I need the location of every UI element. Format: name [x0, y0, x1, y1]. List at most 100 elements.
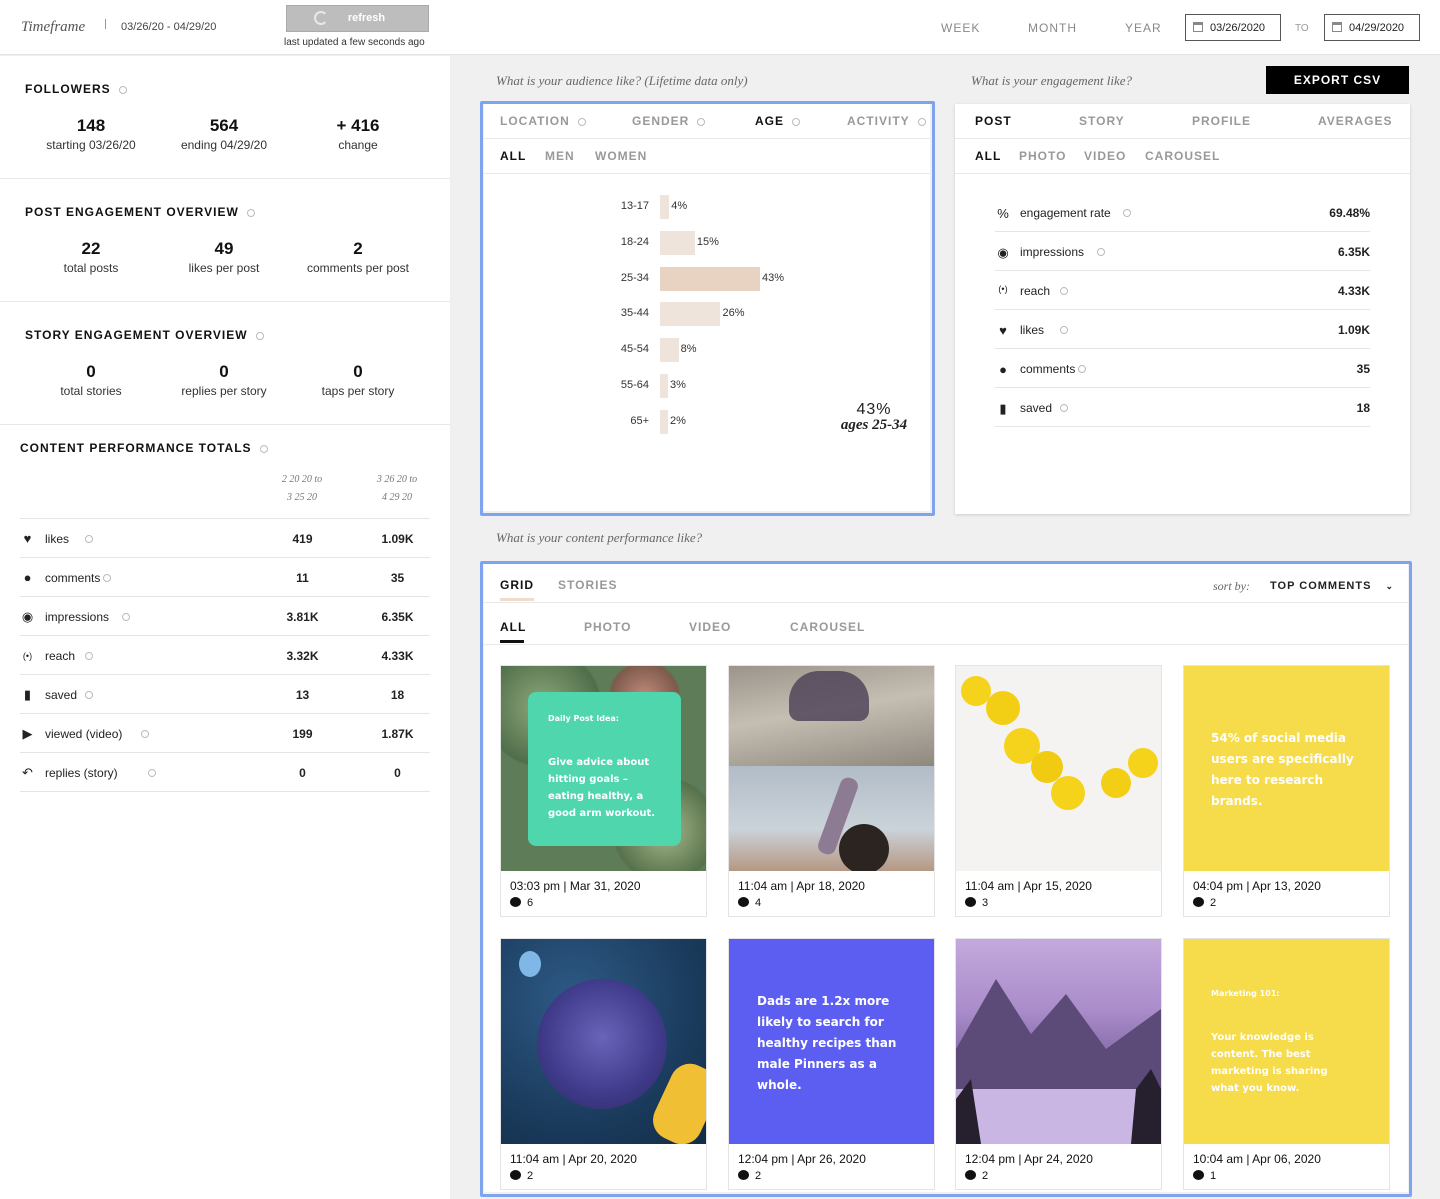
broadcast-icon: (•): [22, 651, 33, 661]
engagement-row-reach: (•) reach 4.33K: [995, 271, 1370, 310]
metric-name: comments: [45, 571, 101, 585]
info-icon[interactable]: [1097, 248, 1106, 256]
tab-averages[interactable]: AVERAGES: [1318, 114, 1392, 128]
metric-row-comments: ● comments 11 35: [20, 557, 430, 596]
info-icon[interactable]: [246, 208, 255, 217]
tab-post[interactable]: POST: [975, 114, 1012, 128]
metric-current-value: 35: [390, 571, 405, 585]
metric-current-value: 1.87K: [381, 727, 414, 741]
left-sidebar: FOLLOWERS 148 starting 03/26/20 564 ending…: [0, 56, 450, 1199]
broadcast-icon: (•): [998, 284, 1008, 294]
tab-story[interactable]: STORY: [1079, 114, 1125, 128]
date-to-input[interactable]: 04/29/2020: [1324, 14, 1420, 41]
engagement-caption: What is your engagement like?: [971, 73, 1133, 88]
play-icon: ▶: [22, 726, 33, 741]
metric-row-viewed-video: ▶ viewed (video) 199 1.87K: [20, 713, 430, 752]
post-engagement-section: POST ENGAGEMENT OVERVIEW 22 total posts 4…: [0, 179, 450, 302]
metric-current-value: 0: [394, 766, 401, 780]
info-icon[interactable]: [118, 85, 127, 94]
stat-taps-per-story: 0 taps per story: [321, 362, 395, 398]
period-month-button[interactable]: MONTH: [1028, 21, 1077, 35]
content-caption: What is your content performance like?: [496, 530, 703, 545]
metric-row-impressions: ◉ impressions 3.81K 6.35K: [20, 596, 430, 635]
info-icon[interactable]: [103, 574, 112, 582]
period-year-button[interactable]: YEAR: [1125, 21, 1162, 35]
info-icon[interactable]: [1078, 365, 1087, 373]
engagement-row-saved: ▮ saved 18: [995, 388, 1370, 427]
metric-value: 6.35K: [1337, 245, 1370, 259]
metric-previous-value: 199: [292, 727, 313, 741]
refresh-label: refresh: [347, 12, 386, 24]
percent-icon: %: [997, 206, 1009, 221]
metric-name: comments: [1020, 362, 1076, 376]
metric-name: likes: [1020, 323, 1045, 337]
info-icon[interactable]: [1059, 326, 1068, 334]
info-icon[interactable]: [1122, 209, 1131, 217]
eye-icon: ◉: [21, 609, 34, 624]
metric-value: 18: [1356, 401, 1370, 415]
content-totals-section: CONTENT PERFORMANCE TOTALS 2 20 20 to 3 2…: [0, 425, 450, 825]
info-icon[interactable]: [1059, 404, 1068, 412]
to-label: TO: [1295, 23, 1309, 34]
bookmark-icon: ▮: [23, 687, 32, 702]
metric-value: 4.33K: [1337, 284, 1370, 298]
metric-previous-value: 3.32K: [286, 649, 319, 663]
metric-current-value: 6.35K: [381, 610, 414, 624]
info-icon[interactable]: [259, 444, 268, 453]
date-to-value: 04/29/2020: [1349, 22, 1405, 34]
bookmark-icon: ▮: [999, 401, 1007, 416]
heart-icon: ♥: [23, 531, 32, 546]
metric-current-value: 4.33K: [381, 649, 414, 663]
calendar-icon: [1332, 22, 1342, 32]
highlight-frame: [480, 101, 935, 516]
info-icon[interactable]: [147, 769, 156, 777]
stat-replies-per-story: 0 replies per story: [181, 362, 267, 398]
info-icon[interactable]: [255, 331, 264, 340]
tab-profile[interactable]: PROFILE: [1192, 114, 1251, 128]
comment-icon: ●: [23, 570, 32, 585]
stat-starting: 148 starting 03/26/20: [46, 116, 136, 152]
stat-comments-per-post: 2 comments per post: [306, 239, 410, 275]
metric-current-value: 18: [390, 688, 405, 702]
subtab-photo[interactable]: PHOTO: [1019, 149, 1066, 163]
calendar-icon: [1193, 22, 1203, 32]
highlight-frame: [480, 561, 1412, 1197]
metric-name: impressions: [1020, 245, 1085, 259]
subtab-video[interactable]: VIDEO: [1084, 149, 1126, 163]
metric-name: reach: [45, 649, 76, 663]
info-icon[interactable]: [84, 691, 93, 699]
engagement-row-likes: ♥ likes 1.09K: [995, 310, 1370, 349]
column-header-current: 3 26 20 to 4 29 20: [376, 474, 418, 503]
stat-ending: 564 ending 04/29/20: [180, 116, 268, 152]
metric-value: 69.48%: [1329, 206, 1370, 220]
followers-section: FOLLOWERS 148 starting 03/26/20 564 ending…: [0, 56, 450, 179]
reply-icon: ↶: [22, 765, 33, 780]
date-from-input[interactable]: 03/26/2020: [1185, 14, 1281, 41]
info-icon[interactable]: [1059, 287, 1068, 295]
stat-total-stories: 0 total stories: [60, 362, 122, 398]
metric-name: saved: [45, 688, 78, 702]
info-icon[interactable]: [84, 652, 93, 660]
period-week-button[interactable]: WEEK: [941, 21, 980, 35]
metric-previous-value: 0: [299, 766, 306, 780]
metric-name: viewed (video): [45, 727, 123, 741]
comment-icon: ●: [999, 362, 1007, 377]
last-updated-text: last updated a few seconds ago: [284, 37, 425, 48]
subtab-carousel[interactable]: CAROUSEL: [1145, 149, 1220, 163]
export-csv-button[interactable]: EXPORT CSV: [1266, 66, 1409, 94]
timeframe-range: 03/26/20 - 04/29/20: [121, 21, 217, 33]
eye-icon: ◉: [997, 245, 1009, 260]
refresh-button[interactable]: refresh: [286, 5, 429, 32]
metric-current-value: 1.09K: [381, 532, 414, 546]
info-icon[interactable]: [122, 613, 131, 621]
info-icon[interactable]: [84, 535, 93, 543]
engagement-panel: POST STORY PROFILE AVERAGES ALL PHOTO VI…: [955, 104, 1410, 514]
metric-row-reach: (•) reach 3.32K 4.33K: [20, 635, 430, 674]
audience-caption: What is your audience like? (Lifetime da…: [496, 73, 748, 88]
metric-value: 35: [1356, 362, 1370, 376]
info-icon[interactable]: [141, 730, 150, 738]
metric-name: impressions: [45, 610, 110, 624]
top-bar: Timeframe 03/26/20 - 04/29/20 refresh la…: [0, 0, 1440, 55]
subtab-all[interactable]: ALL: [975, 149, 1001, 163]
divider: [955, 138, 1410, 139]
